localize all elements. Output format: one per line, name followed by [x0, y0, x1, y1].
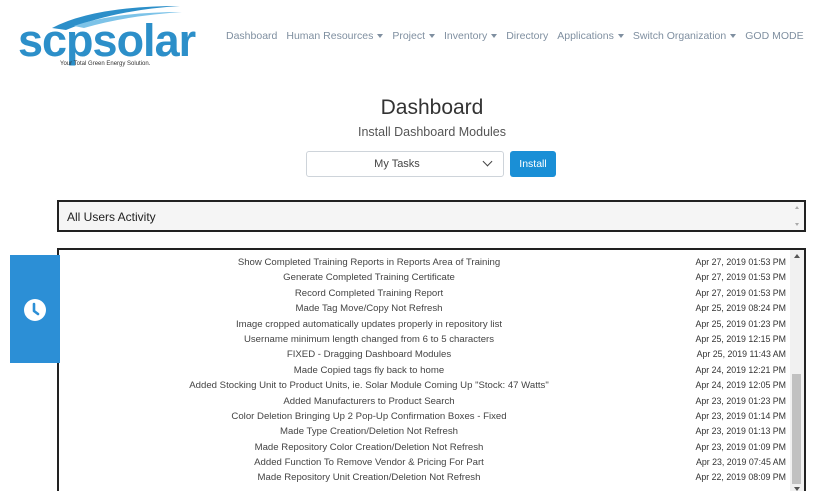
task-title: Username minimum length changed from 6 t…	[243, 333, 495, 345]
module-select[interactable]: My Tasks	[306, 151, 504, 177]
list-item[interactable]: Made Repository Color Creation/Deletion …	[59, 440, 792, 455]
activity-panel-scrollbar[interactable]	[793, 204, 802, 228]
page-subtitle: Install Dashboard Modules	[358, 125, 506, 139]
header: scpsolar Your Total Green Energy Solutio…	[0, 0, 824, 78]
task-title: Made Copied tags fly back to home	[293, 364, 445, 376]
nav-label: Inventory	[444, 30, 488, 42]
tasks-rows: Show Completed Training Reports in Repor…	[59, 255, 792, 486]
all-users-activity-panel: All Users Activity	[57, 200, 806, 232]
task-timestamp: Apr 23, 2019 01:13 PM	[695, 426, 786, 437]
list-item[interactable]: Added Stocking Unit to Product Units, ie…	[59, 378, 792, 393]
logo-wordmark: scpsolar	[18, 15, 197, 66]
nav-switch-organization[interactable]: Switch Organization	[632, 30, 737, 42]
nav-god-mode[interactable]: GOD MODE	[745, 30, 803, 42]
nav-inventory[interactable]: Inventory	[444, 30, 498, 42]
task-timestamp: Apr 23, 2019 01:09 PM	[695, 441, 786, 452]
task-title: Made Repository Unit Creation/Deletion N…	[257, 472, 481, 484]
install-button[interactable]: Install	[510, 151, 556, 177]
scroll-up-icon[interactable]	[794, 254, 800, 258]
task-title: Record Completed Training Report	[294, 287, 444, 299]
task-timestamp: Apr 23, 2019 07:45 AM	[696, 457, 786, 468]
list-item[interactable]: FIXED - Dragging Dashboard Modules Apr 25…	[59, 347, 792, 362]
list-item[interactable]: Image cropped automatically updates prop…	[59, 317, 792, 332]
list-item[interactable]: Made Tag Move/Copy Not Refresh Apr 25, 20…	[59, 301, 792, 316]
list-item[interactable]: Color Deletion Bringing Up 2 Pop-Up Conf…	[59, 409, 792, 424]
page-title: Dashboard	[380, 96, 484, 119]
caret-down-icon	[730, 34, 737, 38]
task-timestamp: Apr 25, 2019 08:24 PM	[695, 303, 786, 314]
task-timestamp: Apr 25, 2019 12:15 PM	[695, 333, 786, 344]
nav-label: Switch Organization	[632, 30, 727, 42]
logo-tagline: Your Total Green Energy Solution.	[60, 61, 151, 67]
scrollbar-thumb[interactable]	[792, 374, 801, 484]
nav-directory[interactable]: Directory	[506, 30, 548, 42]
clock-icon	[24, 299, 46, 321]
list-item[interactable]: Generate Completed Training Certificate A…	[59, 270, 792, 285]
nav-label: Dashboard	[226, 30, 278, 42]
list-item[interactable]: Username minimum length changed from 6 t…	[59, 332, 792, 347]
list-item[interactable]: Made Type Creation/Deletion Not Refresh A…	[59, 424, 792, 439]
task-timestamp: Apr 24, 2019 12:21 PM	[695, 364, 786, 375]
list-item[interactable]: Show Completed Training Reports in Repor…	[59, 255, 792, 270]
task-title: Made Tag Move/Copy Not Refresh	[295, 303, 443, 315]
caret-down-icon	[429, 34, 436, 38]
logo-brand-right: solar	[92, 15, 197, 66]
task-timestamp: Apr 23, 2019 01:14 PM	[695, 410, 786, 421]
list-item[interactable]: Added Function To Remove Vendor & Pricin…	[59, 455, 792, 470]
activity-panel-title: All Users Activity	[67, 210, 156, 224]
task-timestamp: Apr 27, 2019 01:53 PM	[695, 287, 786, 298]
task-title: Added Manufacturers to Product Search	[283, 395, 455, 407]
list-item[interactable]: Made Repository Unit Creation/Deletion N…	[59, 470, 792, 485]
task-timestamp: Apr 27, 2019 01:53 PM	[695, 272, 786, 283]
task-timestamp: Apr 25, 2019 01:23 PM	[695, 318, 786, 329]
task-title: Color Deletion Bringing Up 2 Pop-Up Conf…	[231, 410, 507, 422]
task-title: Image cropped automatically updates prop…	[235, 318, 503, 330]
task-title: FIXED - Dragging Dashboard Modules	[286, 349, 452, 361]
scroll-up-icon[interactable]	[795, 206, 799, 209]
task-title: Made Type Creation/Deletion Not Refresh	[280, 426, 458, 438]
top-nav: Dashboard Human Resources Project Invent…	[226, 30, 813, 42]
nav-label: Project	[392, 30, 426, 42]
list-item[interactable]: Added Manufacturers to Product Search Apr…	[59, 394, 792, 409]
task-title: Added Stocking Unit to Product Units, ie…	[189, 380, 549, 392]
nav-dashboard[interactable]: Dashboard	[226, 30, 277, 42]
tasks-scrollbar[interactable]	[790, 250, 804, 491]
scroll-down-icon[interactable]	[795, 223, 799, 226]
task-timestamp: Apr 27, 2019 01:53 PM	[695, 257, 786, 267]
nav-label: Human Resources	[286, 30, 374, 42]
task-title: Added Function To Remove Vendor & Pricin…	[254, 457, 484, 469]
nav-label: GOD MODE	[745, 30, 804, 42]
logo-brand-left: scp	[18, 15, 94, 66]
nav-human-resources[interactable]: Human Resources	[286, 30, 384, 42]
logo[interactable]: scpsolar Your Total Green Energy Solutio…	[14, 4, 196, 70]
clock-tab[interactable]	[10, 255, 60, 363]
list-item[interactable]: Made Copied tags fly back to home Apr 24,…	[59, 363, 792, 378]
task-title: Generate Completed Training Certificate	[283, 272, 455, 284]
nav-applications[interactable]: Applications	[557, 30, 624, 42]
nav-label: Applications	[557, 30, 614, 42]
task-title: Made Repository Color Creation/Deletion …	[254, 441, 484, 453]
module-select-value: My Tasks	[374, 158, 420, 170]
task-timestamp: Apr 25, 2019 11:43 AM	[696, 349, 786, 360]
caret-down-icon	[617, 34, 624, 38]
task-timestamp: Apr 22, 2019 08:09 PM	[695, 472, 786, 483]
caret-down-icon	[491, 34, 498, 38]
caret-down-icon	[377, 34, 384, 38]
scroll-down-icon[interactable]	[794, 487, 800, 491]
list-item[interactable]: Record Completed Training Report Apr 27, …	[59, 286, 792, 301]
task-timestamp: Apr 24, 2019 12:05 PM	[695, 380, 786, 391]
nav-project[interactable]: Project	[392, 30, 436, 42]
task-title: Show Completed Training Reports in Repor…	[237, 257, 501, 268]
tasks-list: Show Completed Training Reports in Repor…	[57, 248, 806, 491]
nav-label: Directory	[506, 30, 549, 42]
task-timestamp: Apr 23, 2019 01:23 PM	[695, 395, 786, 406]
